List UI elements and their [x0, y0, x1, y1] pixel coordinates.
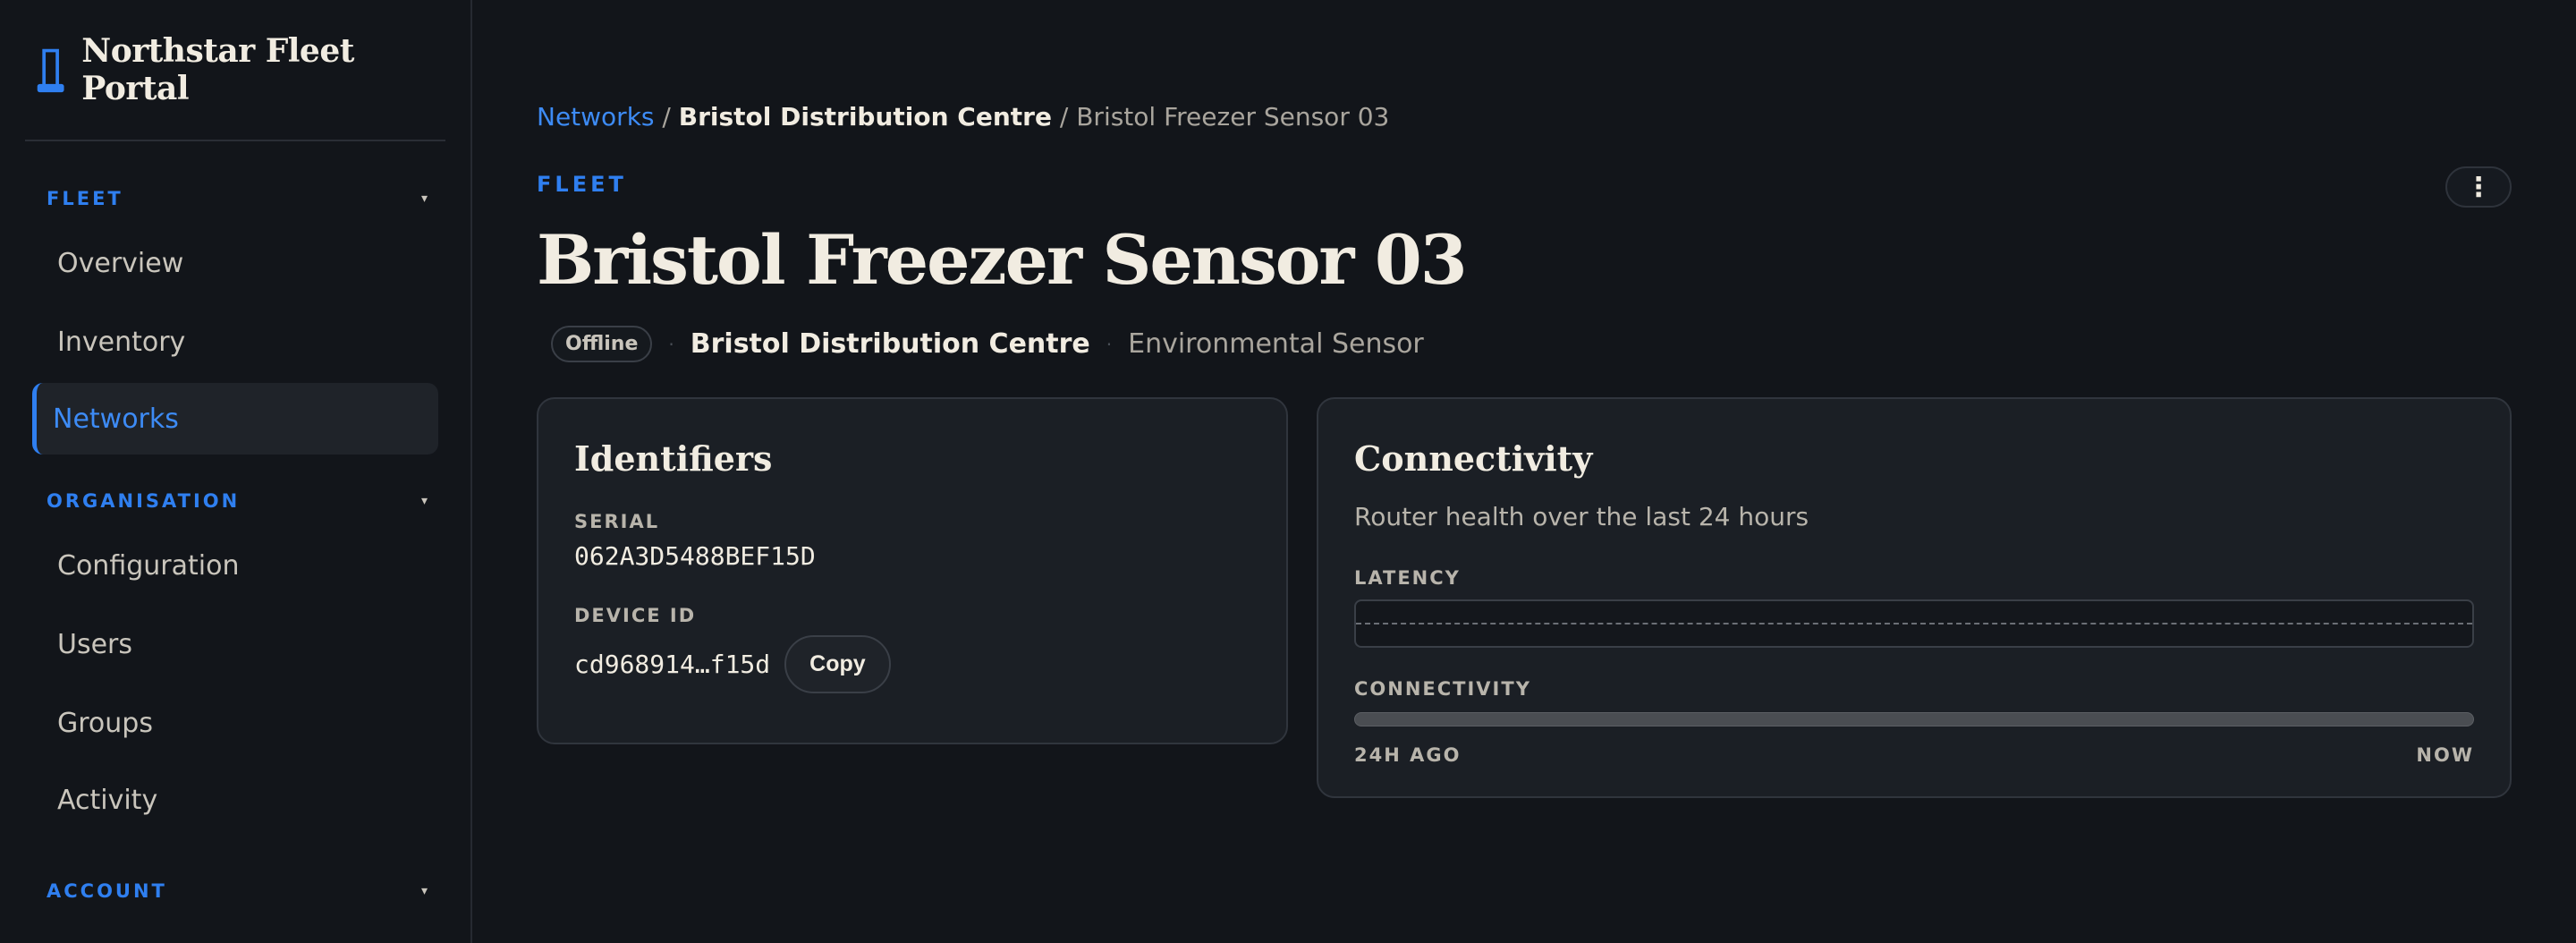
breadcrumb-current: Bristol Freezer Sensor 03: [1076, 102, 1390, 132]
chevron-down-icon: ▾: [420, 191, 428, 206]
chevron-down-icon: ▾: [420, 884, 428, 898]
more-options-button[interactable]: ⋮: [2445, 166, 2512, 208]
sidebar-item-networks[interactable]: Networks: [32, 383, 438, 455]
tower-icon: [37, 48, 64, 93]
connectivity-card: Connectivity Router health over the last…: [1317, 397, 2512, 798]
serial-label: SERIAL: [574, 511, 660, 532]
device-id-value: cd968914…f15d: [574, 650, 771, 679]
sidebar-item-label: Networks: [53, 403, 179, 435]
app-root: Northstar Fleet Portal FLEET ▾ Overview …: [0, 0, 2576, 943]
device-meta: Offline · Bristol Distribution Centre · …: [551, 326, 1424, 362]
device-type: Environmental Sensor: [1128, 328, 1424, 360]
range-end: NOW: [2416, 744, 2474, 766]
brand[interactable]: Northstar Fleet Portal: [25, 0, 445, 141]
sidebar-item-activity[interactable]: Activity: [32, 764, 438, 836]
page-title: Bristol Freezer Sensor 03: [537, 220, 1468, 300]
sidebar-item-label: Activity: [57, 784, 158, 816]
device-id-row: cd968914…f15d Copy: [574, 635, 1250, 693]
section-label: FLEET: [47, 188, 123, 209]
section-fleet[interactable]: FLEET ▾: [25, 188, 445, 209]
breadcrumb-separator: /: [662, 102, 671, 132]
sidebar-item-users[interactable]: Users: [32, 608, 438, 680]
sidebar-item-configuration[interactable]: Configuration: [32, 530, 438, 601]
main-content: Networks / Bristol Distribution Centre /…: [472, 0, 2576, 943]
sidebar-item-groups[interactable]: Groups: [32, 687, 438, 759]
separator-dot: ·: [1106, 333, 1113, 355]
sidebar-item-label: Configuration: [57, 549, 240, 582]
connectivity-label: CONNECTIVITY: [1354, 678, 1531, 700]
device-site[interactable]: Bristol Distribution Centre: [691, 328, 1090, 360]
sidebar-item-label: Overview: [57, 247, 184, 279]
time-range: 24H AGO NOW: [1354, 744, 2474, 766]
card-title: Identifiers: [574, 438, 773, 479]
sidebar-item-label: Users: [57, 628, 133, 660]
sidebar-item-inventory[interactable]: Inventory: [32, 306, 438, 378]
latency-line: [1356, 623, 2472, 624]
latency-chart: [1354, 599, 2474, 648]
kebab-icon: ⋮: [2465, 171, 2492, 203]
latency-label: LATENCY: [1354, 567, 1461, 589]
connectivity-bar: [1354, 712, 2474, 726]
serial-value: 062A3D5488BEF15D: [574, 541, 816, 571]
sidebar-item-label: Inventory: [57, 326, 186, 358]
app-title: Northstar Fleet Portal: [81, 32, 354, 107]
breadcrumb-link-site[interactable]: Bristol Distribution Centre: [679, 102, 1052, 132]
card-subtitle: Router health over the last 24 hours: [1354, 502, 1809, 531]
device-id-label: DEVICE ID: [574, 605, 697, 626]
breadcrumb-link-networks[interactable]: Networks: [537, 102, 655, 132]
card-title: Connectivity: [1354, 438, 1593, 479]
section-label: ORGANISATION: [47, 490, 241, 512]
section-account[interactable]: ACCOUNT ▾: [25, 880, 445, 902]
range-start: 24H AGO: [1354, 744, 1462, 766]
page-eyebrow: FLEET: [537, 172, 627, 197]
sidebar: Northstar Fleet Portal FLEET ▾ Overview …: [0, 0, 472, 943]
section-organisation[interactable]: ORGANISATION ▾: [25, 490, 445, 512]
chevron-down-icon: ▾: [420, 494, 428, 508]
identifiers-card: Identifiers SERIAL 062A3D5488BEF15D DEVI…: [537, 397, 1288, 744]
breadcrumb: Networks / Bristol Distribution Centre /…: [537, 102, 1389, 132]
breadcrumb-separator: /: [1059, 102, 1069, 132]
status-badge: Offline: [551, 326, 653, 362]
section-label: ACCOUNT: [47, 880, 167, 902]
sidebar-item-overview[interactable]: Overview: [32, 227, 438, 299]
sidebar-item-label: Groups: [57, 707, 153, 739]
separator-dot: ·: [668, 333, 674, 355]
copy-button[interactable]: Copy: [784, 635, 891, 693]
